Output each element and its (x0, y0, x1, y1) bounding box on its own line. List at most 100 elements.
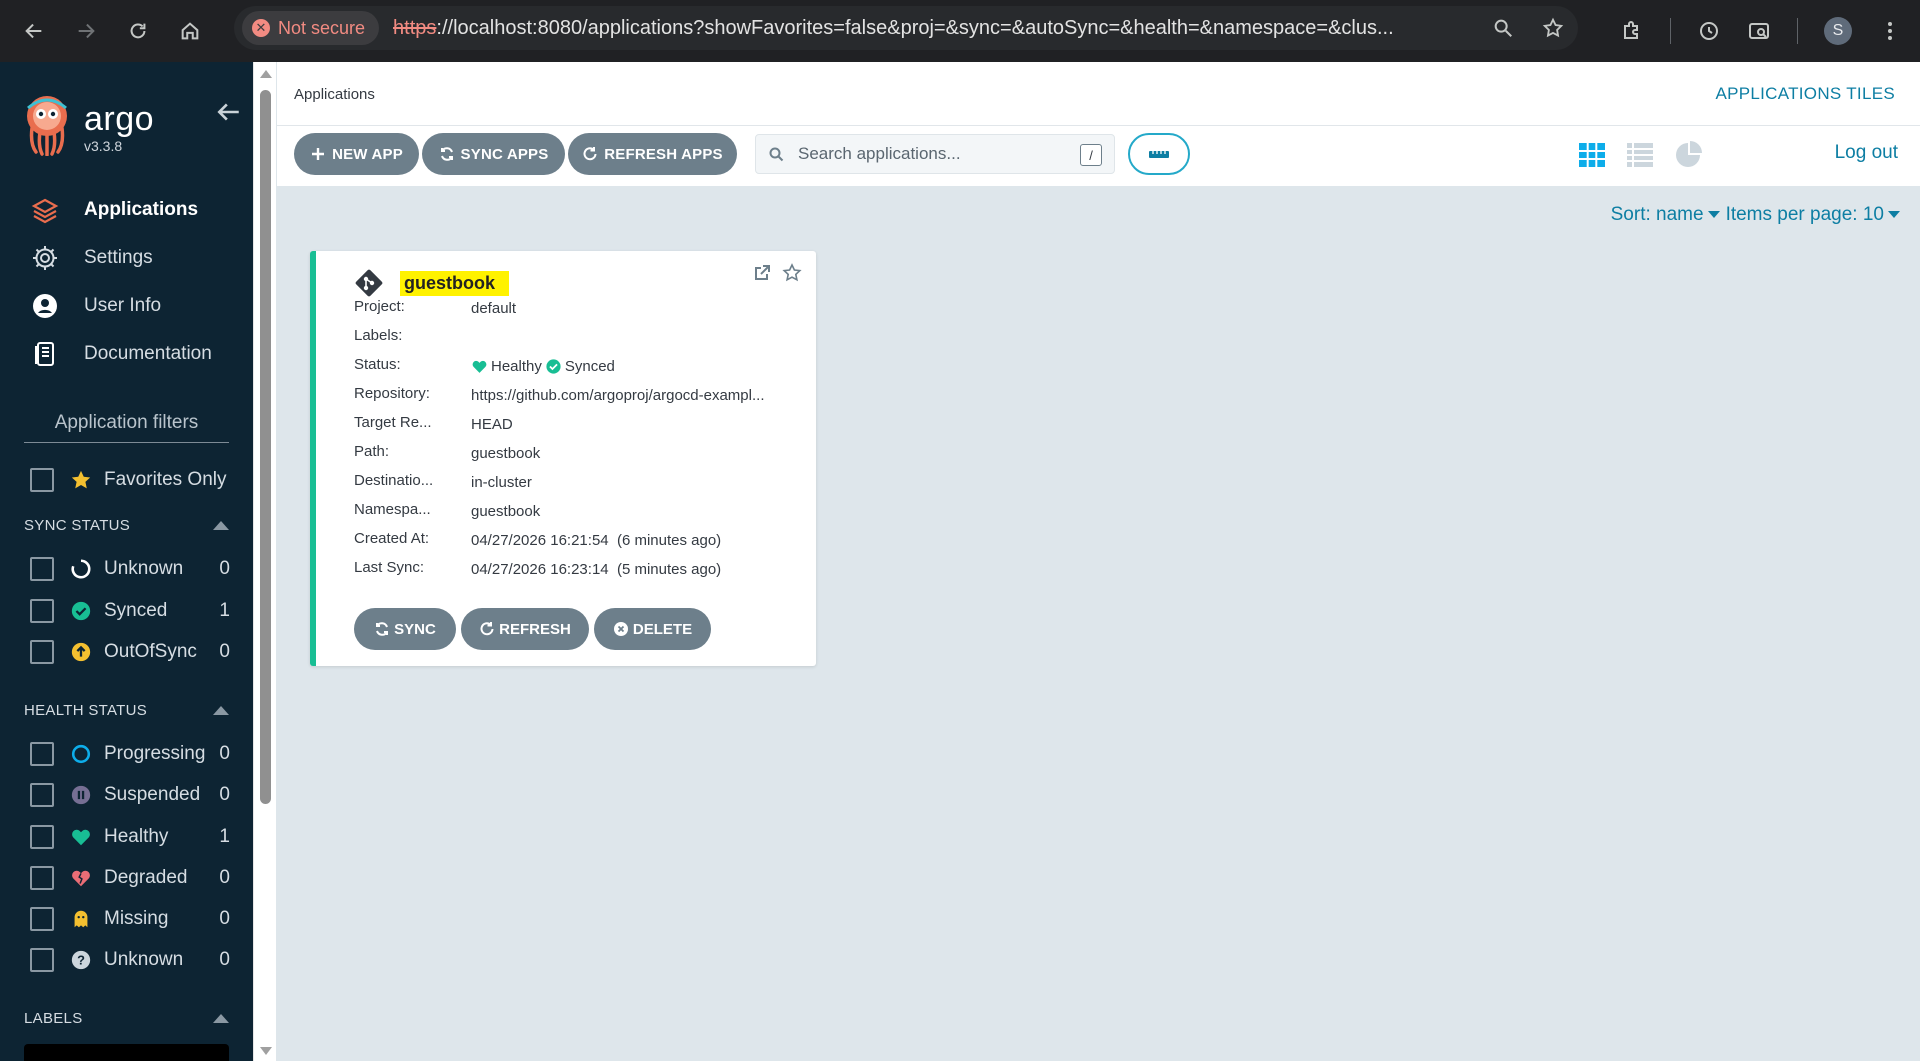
filter-health-degraded[interactable]: Degraded 0 (30, 863, 230, 893)
favorites-checkbox[interactable] (30, 468, 54, 492)
scroll-down-arrow-icon[interactable] (260, 1047, 272, 1055)
filter-count: 0 (219, 641, 230, 662)
scroll-up-arrow-icon[interactable] (260, 70, 272, 78)
forward-button[interactable] (60, 5, 112, 57)
list-view-icon[interactable] (1625, 140, 1655, 170)
pause-circle-icon (70, 784, 92, 806)
user-icon (33, 294, 57, 318)
kebab-menu-icon[interactable] (1878, 19, 1902, 43)
home-icon (181, 22, 199, 40)
filter-checkbox[interactable] (30, 557, 54, 581)
field-last-sync: Last Sync: 04/27/2026 16:23:14 (5 minutes… (354, 559, 791, 579)
filter-checkbox[interactable] (30, 742, 54, 766)
heart-broken-icon (70, 867, 92, 889)
favorites-only-filter[interactable]: Favorites Only (30, 465, 230, 495)
search-icon (769, 147, 784, 162)
breadcrumb[interactable]: Applications (294, 86, 375, 103)
filter-sync-unknown[interactable]: Unknown 0 (30, 554, 230, 584)
labels-filter-input[interactable] (24, 1044, 229, 1061)
tiles-view-icon[interactable] (1577, 140, 1607, 170)
sync-button[interactable]: SYNC (354, 608, 456, 650)
status-value: Healthy Synced (471, 356, 791, 376)
field-status: Status: Healthy Synced (354, 356, 791, 376)
scroll-thumb[interactable] (260, 90, 271, 804)
sidebar-item-settings[interactable]: Settings (0, 234, 253, 282)
application-tile[interactable]: guestbook Project: default Labels: Status… (310, 251, 816, 666)
history-icon[interactable] (1697, 19, 1721, 43)
layers-icon (31, 198, 59, 224)
sync-apps-label: SYNC APPS (460, 145, 549, 163)
pie-chart-view-icon[interactable] (1673, 140, 1703, 170)
profile-avatar[interactable]: S (1824, 17, 1852, 45)
collapse-sidebar-icon[interactable] (216, 99, 242, 125)
search-input[interactable] (798, 144, 1068, 164)
sidebar-item-label: Applications (84, 199, 199, 220)
health-status-title: HEALTH STATUS (24, 701, 148, 719)
argo-logo[interactable]: argo v3.3.8 (22, 94, 154, 156)
labels-section-header[interactable]: LABELS (24, 1006, 229, 1030)
heart-icon (70, 826, 92, 848)
check-circle-icon (546, 358, 561, 374)
sort-dropdown[interactable]: Sort: name (1611, 204, 1720, 226)
filter-health-progressing[interactable]: Progressing 0 (30, 739, 230, 769)
sidebar-scrollbar[interactable] (253, 62, 276, 1061)
svg-text:?: ? (77, 953, 85, 968)
field-value: guestbook (471, 444, 541, 462)
filter-checkbox[interactable] (30, 825, 54, 849)
filter-checkbox[interactable] (30, 866, 54, 890)
book-icon (35, 342, 54, 366)
ghost-icon (70, 908, 92, 930)
filter-checkbox[interactable] (30, 599, 54, 623)
filter-sync-outofsync[interactable]: OutOfSync 0 (30, 637, 230, 667)
arrow-up-circle-icon (70, 641, 92, 663)
address-bar[interactable]: ✕ Not secure https://localhost:8080/appl… (234, 6, 1578, 50)
back-button[interactable] (8, 5, 60, 57)
refresh-apps-button[interactable]: REFRESH APPS (568, 133, 737, 175)
logout-link[interactable]: Log out (1835, 142, 1898, 164)
field-namespace: Namespa... guestbook (354, 501, 791, 521)
filter-count: 0 (219, 908, 230, 929)
sidebar-item-applications[interactable]: Applications (0, 186, 253, 234)
field-key: Last Sync: (354, 559, 425, 576)
items-per-page-dropdown[interactable]: Items per page: 10 (1726, 204, 1900, 226)
zoom-icon[interactable] (1492, 17, 1514, 39)
filter-checkbox[interactable] (30, 640, 54, 664)
sync-status: Synced (564, 357, 615, 375)
filter-health-unknown[interactable]: ? Unknown 0 (30, 945, 230, 975)
app-name[interactable]: guestbook (400, 270, 510, 296)
gear-icon (33, 246, 57, 270)
security-chip[interactable]: ✕ Not secure (242, 11, 380, 45)
filter-checkbox[interactable] (30, 783, 54, 807)
filter-health-healthy[interactable]: Healthy 1 (30, 822, 230, 852)
search-box[interactable]: / (755, 134, 1115, 174)
filter-checkbox[interactable] (30, 948, 54, 972)
refresh-button[interactable]: REFRESH (461, 608, 589, 650)
favorite-star-icon[interactable] (782, 263, 802, 283)
delete-button[interactable]: DELETE (594, 608, 711, 650)
sync-apps-button[interactable]: SYNC APPS (422, 133, 565, 175)
field-value: default (471, 299, 517, 317)
filter-toggle-button[interactable] (1128, 133, 1190, 175)
home-button[interactable] (164, 5, 216, 57)
sidebar-item-user-info[interactable]: User Info (0, 282, 253, 330)
filter-health-suspended[interactable]: Suspended 0 (30, 780, 230, 810)
url-text[interactable]: https://localhost:8080/applications?show… (393, 17, 1463, 40)
sync-status-section-header[interactable]: SYNC STATUS (24, 513, 229, 537)
tab-search-icon[interactable] (1747, 19, 1771, 43)
star-icon[interactable] (1542, 17, 1564, 39)
filter-sync-synced[interactable]: Synced 1 (30, 596, 230, 626)
sidebar-item-label: User Info (84, 295, 162, 316)
health-status-section-header[interactable]: HEALTH STATUS (24, 698, 229, 722)
refresh-label: REFRESH (499, 620, 571, 638)
reload-button[interactable] (112, 5, 164, 57)
filter-checkbox[interactable] (30, 907, 54, 931)
extensions-icon[interactable] (1620, 19, 1644, 43)
sidebar-item-documentation[interactable]: Documentation (0, 330, 253, 378)
sync-icon (440, 147, 453, 161)
filter-health-missing[interactable]: Missing 0 (30, 904, 230, 934)
external-link-icon[interactable] (752, 263, 772, 283)
new-app-button[interactable]: NEW APP (294, 133, 419, 175)
filter-label: Synced (104, 600, 168, 621)
filter-count: 0 (219, 743, 230, 764)
favorites-label: Favorites Only (104, 469, 227, 490)
